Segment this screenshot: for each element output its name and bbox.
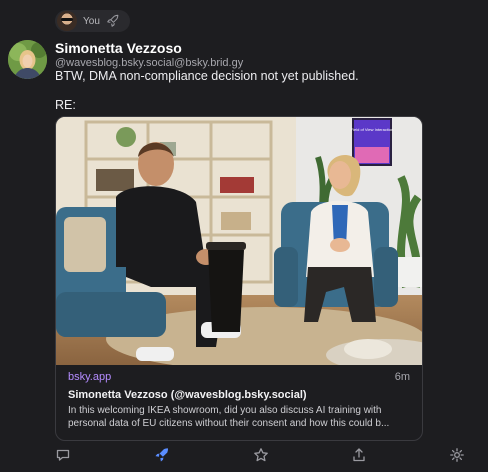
author-handle[interactable]: @wavesblog.bsky.social@bsky.brid.gy: [55, 57, 243, 69]
card-domain[interactable]: bsky.app: [68, 371, 410, 383]
card-description: In this welcoming IKEA showroom, did you…: [68, 404, 410, 430]
post-actions: [55, 447, 465, 465]
card-description-line: In this welcoming IKEA showroom, did you…: [68, 405, 382, 416]
reply-icon: [56, 449, 70, 461]
post-text: BTW, DMA non-compliance decision not yet…: [55, 69, 359, 83]
rocket-icon: [155, 448, 169, 462]
star-icon: [254, 448, 268, 462]
settings-icon: [450, 448, 464, 462]
more-button[interactable]: [449, 447, 465, 463]
card-timestamp: 6m: [394, 371, 410, 383]
boost-button[interactable]: [154, 447, 170, 463]
card-title[interactable]: Simonetta Vezzoso (@wavesblog.bsky.socia…: [68, 389, 410, 401]
link-preview-card[interactable]: Field of View Interaction bsky.app 6m Si…: [55, 116, 423, 441]
share-button[interactable]: [351, 447, 367, 463]
boosted-by-label: You: [83, 15, 100, 27]
wall-screen-text: Field of View Interaction: [351, 127, 394, 132]
user-avatar: [57, 11, 77, 31]
favourite-button[interactable]: [253, 447, 269, 463]
author-avatar[interactable]: [8, 40, 47, 79]
boosted-by-chip[interactable]: You: [55, 10, 130, 32]
post-reply-marker: RE:: [55, 98, 76, 112]
reply-button[interactable]: [55, 447, 71, 463]
preview-image: Field of View Interaction: [56, 117, 422, 365]
rocket-icon: [107, 14, 119, 27]
share-icon: [353, 448, 365, 462]
card-description-line: personal data of EU citizens without the…: [68, 418, 390, 429]
author-name[interactable]: Simonetta Vezzoso: [55, 40, 182, 56]
